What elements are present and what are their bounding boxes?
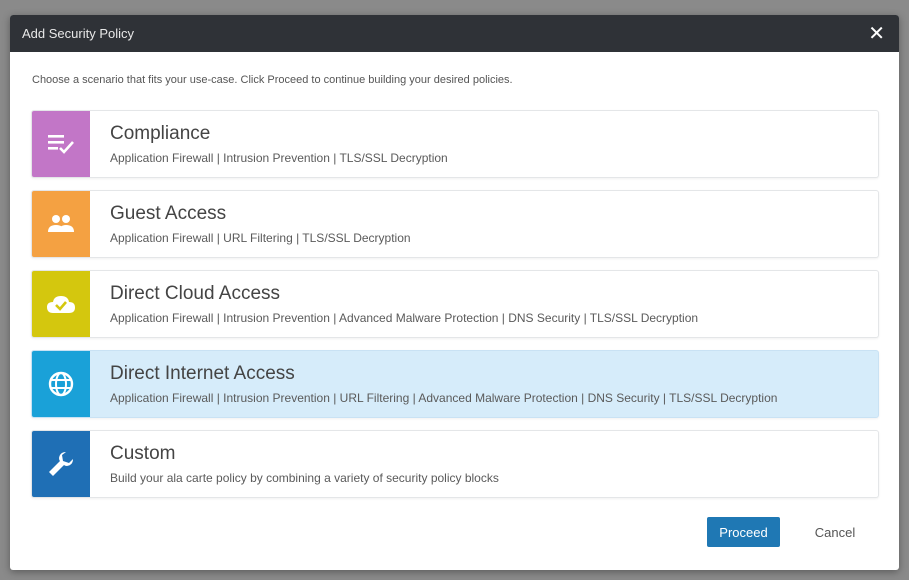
scenario-description: Application Firewall | URL Filtering | T… <box>110 231 411 245</box>
dialog-header: Add Security Policy ✕ <box>10 15 899 52</box>
scenario-description: Application Firewall | Intrusion Prevent… <box>110 391 778 405</box>
dialog-title: Add Security Policy <box>22 26 134 41</box>
cancel-button[interactable]: Cancel <box>800 517 870 547</box>
scenario-card-guest-access[interactable]: Guest Access Application Firewall | URL … <box>31 190 879 258</box>
dialog-intro: Choose a scenario that fits your use-cas… <box>32 74 513 86</box>
scenario-name: Guest Access <box>110 203 227 224</box>
scenario-name: Compliance <box>110 123 211 144</box>
scenario-name: Direct Cloud Access <box>110 283 281 304</box>
people-icon <box>32 191 90 257</box>
close-icon[interactable]: ✕ <box>868 24 885 44</box>
scenario-description: Build your ala carte policy by combining… <box>110 471 499 485</box>
scenario-description: Application Firewall | Intrusion Prevent… <box>110 151 448 165</box>
scenario-name: Custom <box>110 443 176 464</box>
globe-icon <box>32 351 90 417</box>
checklist-icon <box>32 111 90 177</box>
scenario-card-custom[interactable]: Custom Build your ala carte policy by co… <box>31 430 879 498</box>
cloud-check-icon <box>32 271 90 337</box>
add-security-policy-dialog: Add Security Policy ✕ Choose a scenario … <box>10 15 899 570</box>
scenario-list: Compliance Application Firewall | Intrus… <box>31 110 879 510</box>
scenario-card-direct-internet-access[interactable]: Direct Internet Access Application Firew… <box>31 350 879 418</box>
scenario-card-direct-cloud-access[interactable]: Direct Cloud Access Application Firewall… <box>31 270 879 338</box>
proceed-button[interactable]: Proceed <box>707 517 780 547</box>
scenario-card-compliance[interactable]: Compliance Application Firewall | Intrus… <box>31 110 879 178</box>
wrench-icon <box>32 431 90 497</box>
scenario-description: Application Firewall | Intrusion Prevent… <box>110 311 699 325</box>
scenario-name: Direct Internet Access <box>110 363 295 384</box>
